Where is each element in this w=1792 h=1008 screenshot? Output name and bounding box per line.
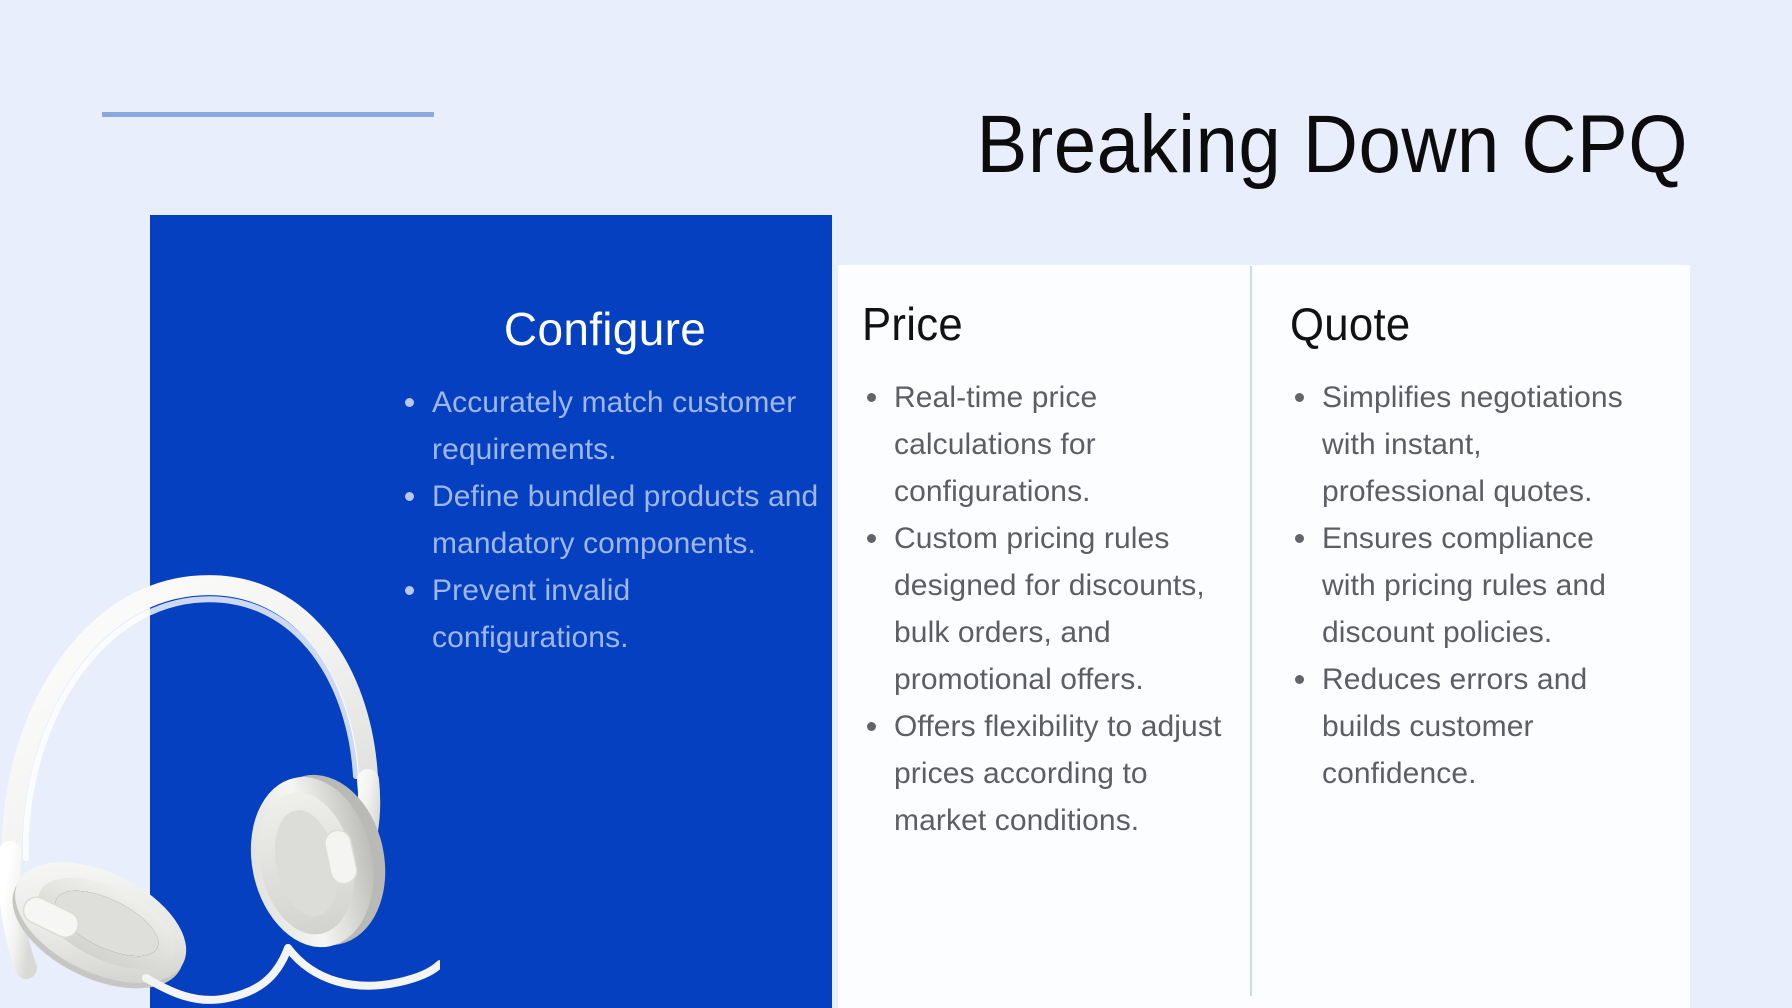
column-quote: Quote Simplifies negotiations with insta… — [1290, 300, 1650, 797]
slide-canvas: Breaking Down CPQ Configure Accurately m… — [0, 0, 1792, 1008]
accent-rule — [102, 112, 434, 117]
bullet-list-price: Real-time price calculations for configu… — [862, 374, 1222, 844]
column-price: Price Real-time price calculations for c… — [862, 300, 1222, 844]
bullet-list-configure: Accurately match customer requirements. … — [400, 379, 820, 661]
bullet-list-quote: Simplifies negotiations with instant, pr… — [1290, 374, 1650, 797]
list-item: Real-time price calculations for configu… — [862, 374, 1222, 515]
list-item: Accurately match customer requirements. — [400, 379, 820, 473]
list-item: Define bundled products and mandatory co… — [400, 473, 820, 567]
list-item: Offers flexibility to adjust prices acco… — [862, 703, 1222, 844]
column-configure: Configure Accurately match customer requ… — [400, 305, 820, 661]
list-item: Ensures compliance with pricing rules an… — [1290, 515, 1650, 656]
column-heading-configure: Configure — [503, 303, 707, 355]
column-heading-price: Price — [862, 298, 963, 350]
list-item: Simplifies negotiations with instant, pr… — [1290, 374, 1650, 515]
column-divider — [1250, 266, 1252, 996]
list-item: Prevent invalid configurations. — [400, 567, 820, 661]
list-item: Custom pricing rules designed for discou… — [862, 515, 1222, 703]
column-heading-quote: Quote — [1290, 298, 1411, 350]
list-item: Reduces errors and builds customer confi… — [1290, 656, 1650, 797]
page-title: Breaking Down CPQ — [976, 99, 1688, 190]
